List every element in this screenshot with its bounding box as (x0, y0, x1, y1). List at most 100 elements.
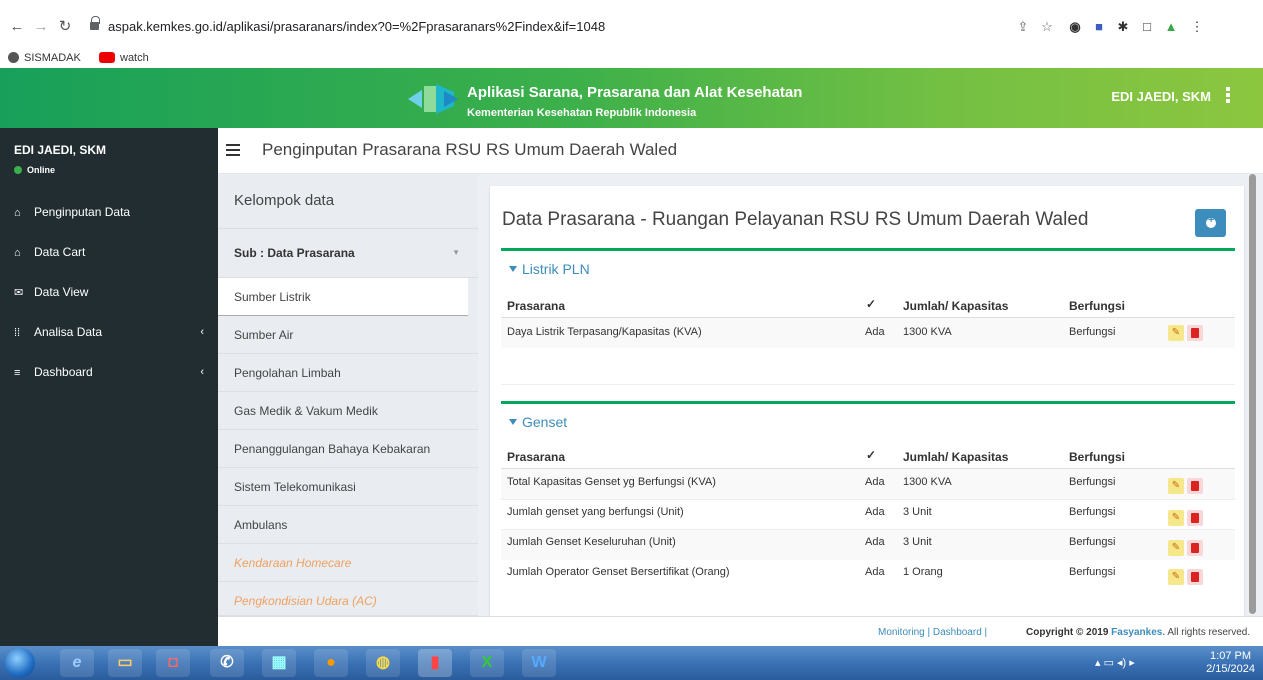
footer-links[interactable]: Monitoring | Dashboard | (878, 627, 987, 638)
kelompok-item-gas-medik[interactable]: Gas Medik & Vakum Medik (218, 392, 478, 430)
kelompok-item-homecare[interactable]: Kendaraan Homecare (218, 544, 478, 582)
add-button[interactable] (1195, 209, 1226, 237)
share-icon[interactable]: ⇪ (1012, 16, 1034, 38)
forward-icon[interactable]: → (30, 14, 52, 40)
cell-ada: Ada (865, 566, 885, 578)
scrollbar-thumb[interactable] (1249, 174, 1256, 614)
bookmark-sismadak[interactable]: SISMADAK (8, 50, 81, 66)
edit-pencil-icon[interactable]: ✎ (1168, 325, 1184, 341)
clock[interactable]: 1:07 PM 2/15/2024 (1206, 650, 1255, 676)
excel-icon[interactable]: X (470, 649, 504, 677)
extension-icon[interactable]: ▲ (1160, 16, 1182, 38)
folder-icon[interactable]: ▭ (108, 649, 142, 677)
kelompok-item-pengolahan-limbah[interactable]: Pengolahan Limbah (218, 354, 478, 392)
kemkes-logo (408, 84, 458, 114)
kelompok-item-ambulans[interactable]: Ambulans (218, 506, 478, 544)
firefox-icon[interactable]: ● (314, 649, 348, 677)
start-button[interactable] (5, 648, 35, 678)
puzzle-icon[interactable]: ✱ (1112, 16, 1134, 38)
extension-icon[interactable]: ◉ (1064, 16, 1086, 38)
page-scrollbar[interactable] (1249, 174, 1256, 614)
tray-icons[interactable]: ▴ ▭ ◂) ▸ (1095, 656, 1135, 669)
sidebar-user-name: EDI JAEDI, SKM (14, 143, 107, 157)
delete-trash-icon[interactable] (1187, 325, 1203, 341)
edit-pencil-icon[interactable]: ✎ (1168, 540, 1184, 556)
plus-circle-icon (1206, 215, 1216, 228)
status-badge: Online (14, 165, 55, 175)
kelompok-item-sumber-listrik[interactable]: Sumber Listrik (218, 278, 468, 316)
extension-icon[interactable]: ■ (1088, 16, 1110, 38)
delete-trash-icon[interactable] (1187, 510, 1203, 526)
section-toggle-listrik-pln[interactable]: Listrik PLN (509, 261, 590, 277)
edit-pencil-icon[interactable]: ✎ (1168, 510, 1184, 526)
cell-berfungsi: Berfungsi (1069, 476, 1116, 488)
list-icon: ≡ (14, 367, 21, 379)
back-icon[interactable]: ← (6, 14, 28, 40)
app-title: Aplikasi Sarana, Prasarana dan Alat Kese… (467, 84, 803, 101)
col-header-prasarana: Prasarana (507, 450, 566, 464)
edit-pencil-icon[interactable]: ✎ (1168, 478, 1184, 494)
edit-pencil-icon[interactable]: ✎ (1168, 569, 1184, 585)
word-icon[interactable]: W (522, 649, 556, 677)
kelompok-panel: Kelompok data Sub : Data Prasarana ▼ Sum… (218, 174, 478, 616)
cell-berfungsi: Berfungsi (1069, 536, 1116, 548)
delete-trash-icon[interactable] (1187, 540, 1203, 556)
windows-taskbar: e ▭ ◘ ✆ ▦ ● ◍ ▮ X W ▴ ▭ ◂) ▸ 1:07 PM 2/1… (0, 646, 1263, 680)
cell-berfungsi: Berfungsi (1069, 566, 1116, 578)
cell-berfungsi: Berfungsi (1069, 506, 1116, 518)
address-bar[interactable]: aspak.kemkes.go.id/aplikasi/prasaranars/… (84, 14, 1004, 40)
grid-icon: ⁞⁞ (14, 327, 21, 339)
kelompok-item-kebakaran[interactable]: Penanggulangan Bahaya Kebakaran (218, 430, 478, 468)
ie-icon[interactable]: e (60, 649, 94, 677)
user-menu[interactable]: EDI JAEDI, SKM (1111, 89, 1211, 104)
cell-prasarana: Jumlah Operator Genset Bersertifikat (Or… (507, 566, 730, 578)
sidebar-item-dashboard[interactable]: ≡ Dashboard ‹ (0, 352, 218, 392)
kelompok-item-ac[interactable]: Pengkondisian Udara (AC) (218, 582, 478, 616)
app-icon[interactable]: ▦ (262, 649, 296, 677)
col-header-prasarana: Prasarana (507, 299, 566, 313)
sidebar-item-analisa-data[interactable]: ⁞⁞ Analisa Data ‹ (0, 312, 218, 352)
system-tray: ▴ ▭ ◂) ▸ 1:07 PM 2/15/2024 (1073, 646, 1263, 680)
url-text: aspak.kemkes.go.id/aplikasi/prasaranars/… (108, 19, 606, 34)
delete-trash-icon[interactable] (1187, 569, 1203, 585)
cell-prasarana: Daya Listrik Terpasang/Kapasitas (KVA) (507, 326, 702, 338)
col-header-jumlah: Jumlah/ Kapasitas (903, 299, 1009, 313)
reload-icon[interactable]: ↻ (54, 14, 76, 40)
footer-brand-link[interactable]: Fasyankes. (1111, 627, 1165, 638)
table-row: Jumlah Operator Genset Bersertifikat (Or… (501, 560, 1235, 590)
delete-trash-icon[interactable] (1187, 478, 1203, 494)
app-icon[interactable]: ▮ (418, 649, 452, 677)
table-row: Jumlah genset yang berfungsi (Unit) Ada … (501, 500, 1235, 530)
sidebar-item-data-cart[interactable]: ⌂ Data Cart (0, 232, 218, 272)
sidebar-item-data-view[interactable]: ✉ Data View (0, 272, 218, 312)
cell-berfungsi: Berfungsi (1069, 326, 1116, 338)
col-header-jumlah: Jumlah/ Kapasitas (903, 450, 1009, 464)
hamburger-icon[interactable] (226, 144, 240, 156)
chrome-icon[interactable]: ◍ (366, 649, 400, 677)
page-title: Penginputan Prasarana RSU RS Umum Daerah… (262, 140, 678, 159)
bookmarks-bar: SISMADAK watch (0, 48, 1263, 68)
star-icon[interactable]: ☆ (1036, 16, 1058, 38)
sidebar-item-penginputan-data[interactable]: ⌂ Penginputan Data (0, 192, 218, 232)
cell-prasarana: Jumlah Genset Keseluruhan (Unit) (507, 536, 676, 548)
bookmark-watch[interactable]: watch (99, 50, 149, 66)
menu-dots-icon[interactable]: ⋮ (1186, 16, 1208, 38)
media-player-icon[interactable]: ◘ (156, 649, 190, 677)
cell-jumlah: 3 Unit (903, 506, 932, 518)
section-toggle-genset[interactable]: Genset (509, 414, 567, 430)
lock-icon (90, 16, 100, 31)
sidepanel-icon[interactable]: □ (1136, 16, 1158, 38)
kelompok-item-sumber-air[interactable]: Sumber Air (218, 316, 478, 354)
caret-down-icon: ▼ (452, 248, 460, 257)
whatsapp-icon[interactable]: ✆ (210, 649, 244, 677)
content-header: Penginputan Prasarana RSU RS Umum Daerah… (218, 128, 1263, 174)
sub-data-prasarana-dropdown[interactable]: Sub : Data Prasarana ▼ (218, 228, 478, 278)
kebab-icon[interactable] (1225, 86, 1231, 106)
cell-jumlah: 3 Unit (903, 536, 932, 548)
cell-jumlah: 1 Orang (903, 566, 943, 578)
page-footer: Monitoring | Dashboard | Copyright © 201… (218, 616, 1263, 646)
cell-ada: Ada (865, 506, 885, 518)
kelompok-item-telekomunikasi[interactable]: Sistem Telekomunikasi (218, 468, 478, 506)
data-panel: Data Prasarana - Ruangan Pelayanan RSU R… (490, 186, 1244, 616)
online-dot-icon (14, 166, 22, 174)
